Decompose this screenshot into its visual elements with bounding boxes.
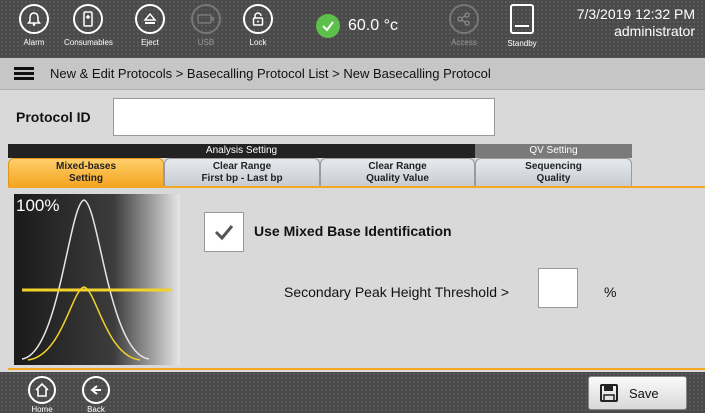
analysis-setting-header: Analysis Setting: [8, 144, 475, 158]
date-time-text: 7/3/2019 12:32 PM: [576, 6, 695, 22]
usb-button[interactable]: USB: [182, 4, 230, 56]
home-label: Home: [31, 405, 53, 413]
top-bar: Alarm Consumables Eject USB Lock 60.0 °c: [0, 0, 705, 58]
tab-clear-range-first-last[interactable]: Clear Range First bp - Last bp: [164, 158, 320, 186]
eject-button[interactable]: Eject: [126, 4, 174, 56]
consumables-button[interactable]: Consumables: [64, 4, 113, 56]
consumables-icon: [73, 4, 103, 34]
alarm-button[interactable]: Alarm: [10, 4, 58, 56]
standby-label: Standby: [507, 39, 537, 48]
tab-label-line2: First bp - Last bp: [201, 173, 283, 184]
qv-setting-header: QV Setting: [475, 144, 632, 158]
user-name: administrator: [614, 23, 695, 39]
date-time: 7/3/2019 12:32 PM administrator: [577, 6, 695, 40]
floppy-disk-icon: [600, 384, 618, 402]
checkmark-icon: [214, 225, 234, 241]
threshold-input[interactable]: [538, 268, 578, 308]
bottom-bar: Home Back Save: [0, 372, 705, 413]
lock-button[interactable]: Lock: [234, 4, 282, 56]
tab-mixed-bases-setting[interactable]: Mixed-bases Setting: [8, 158, 164, 186]
threshold-label: Secondary Peak Height Threshold >: [284, 284, 510, 300]
breadcrumb-bar: New & Edit Protocols > Basecalling Proto…: [0, 58, 705, 90]
usb-label: USB: [197, 38, 215, 47]
eject-label: Eject: [141, 38, 159, 47]
tab-label-line2: Quality: [536, 173, 571, 184]
mixed-bases-panel: 100% Use Mixed Base Identification Secon…: [8, 186, 705, 370]
save-label: Save: [629, 385, 659, 401]
tab-label-line2: Quality Value: [366, 173, 429, 184]
mixed-base-checkbox[interactable]: [204, 212, 244, 252]
temperature-value: 60.0 °c: [348, 17, 398, 34]
home-icon: [28, 376, 56, 404]
protocol-id-row: Protocol ID: [10, 95, 705, 140]
access-button[interactable]: Access: [440, 4, 488, 56]
standby-button[interactable]: Standby: [498, 4, 546, 48]
lock-label: Lock: [249, 38, 267, 47]
breadcrumb: New & Edit Protocols > Basecalling Proto…: [50, 66, 491, 81]
share-icon: [449, 4, 479, 34]
access-label: Access: [451, 38, 477, 47]
bell-icon: [19, 4, 49, 34]
tab-bar: Mixed-bases Setting Clear Range First bp…: [8, 158, 632, 186]
tab-label-line1: Mixed-bases: [55, 161, 117, 172]
save-button[interactable]: Save: [588, 376, 687, 410]
lock-icon: [243, 4, 273, 34]
consumables-label: Consumables: [64, 38, 113, 47]
menu-icon[interactable]: [14, 66, 34, 81]
tab-label-line1: Sequencing: [525, 161, 582, 172]
check-circle-icon: [316, 14, 340, 38]
home-button[interactable]: Home: [22, 376, 62, 413]
back-button[interactable]: Back: [76, 376, 116, 413]
protocol-id-input[interactable]: [113, 98, 495, 136]
alarm-label: Alarm: [23, 38, 45, 47]
standby-icon: [510, 4, 534, 34]
tab-sequencing-quality[interactable]: Sequencing Quality: [475, 158, 632, 186]
eject-icon: [135, 4, 165, 34]
threshold-unit: %: [604, 284, 617, 300]
tab-label-line2: Setting: [69, 173, 103, 184]
back-arrow-icon: [82, 376, 110, 404]
peak-illustration: 100%: [14, 194, 180, 365]
temperature-status: 60.0 °c: [316, 14, 398, 38]
back-label: Back: [87, 405, 105, 413]
protocol-id-label: Protocol ID: [16, 109, 91, 125]
usb-icon: [191, 4, 221, 34]
mixed-base-checkbox-label: Use Mixed Base Identification: [254, 223, 452, 239]
tab-label-line1: Clear Range: [212, 161, 272, 172]
tab-clear-range-quality-value[interactable]: Clear Range Quality Value: [320, 158, 475, 186]
tab-label-line1: Clear Range: [368, 161, 427, 172]
